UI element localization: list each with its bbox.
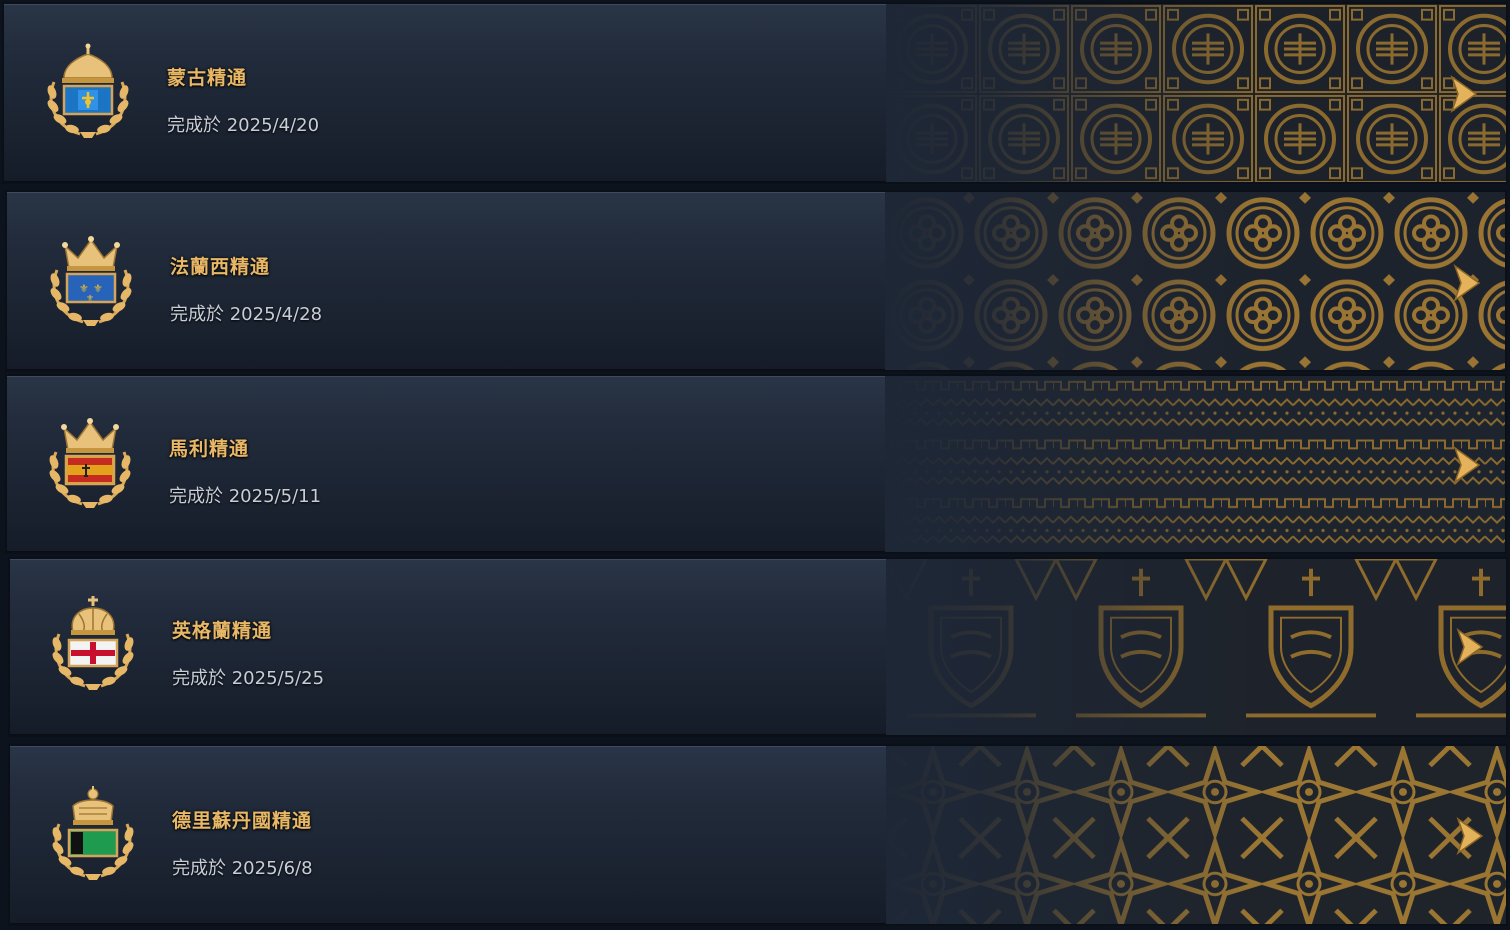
chevron-right-icon[interactable] bbox=[1448, 75, 1478, 113]
royal-crown-icon bbox=[61, 418, 119, 453]
mastery-title: 法蘭西精通 bbox=[170, 256, 271, 278]
imperial-crown-icon bbox=[71, 596, 115, 635]
completion-date: 完成於 2025/6/8 bbox=[172, 858, 313, 879]
france-mastery-emblem: ⚜ ⚜ ⚜ bbox=[43, 230, 139, 334]
chevron-right-icon[interactable] bbox=[1454, 817, 1484, 855]
mastery-title: 蒙古精通 bbox=[167, 67, 248, 89]
quatrefoil-medallion-pattern bbox=[885, 192, 1505, 370]
mongol-mastery-emblem bbox=[40, 42, 136, 146]
mastery-row-england[interactable] bbox=[8, 557, 1508, 737]
svg-text:⚜: ⚜ bbox=[93, 282, 103, 295]
sultan-crown-icon bbox=[72, 786, 114, 825]
completion-date: 完成於 2025/4/20 bbox=[167, 115, 320, 136]
mongolia-flag-icon bbox=[62, 84, 114, 116]
completion-date: 完成於 2025/5/11 bbox=[169, 486, 322, 507]
england-mastery-emblem bbox=[45, 594, 141, 698]
completion-date: 完成於 2025/4/28 bbox=[170, 304, 323, 325]
mastery-title: 馬利精通 bbox=[169, 438, 250, 460]
delhi-mastery-emblem bbox=[45, 784, 141, 888]
delhi-sultanate-flag-icon bbox=[67, 828, 119, 858]
heraldic-lion-shield-pattern bbox=[886, 559, 1506, 735]
france-fleur-de-lis-flag-icon: ⚜ ⚜ ⚜ bbox=[65, 272, 117, 304]
completion-date: 完成於 2025/5/25 bbox=[172, 668, 325, 689]
chevron-right-icon[interactable] bbox=[1454, 628, 1484, 666]
mastery-title: 德里蘇丹國精通 bbox=[172, 810, 313, 832]
england-st-george-flag-icon bbox=[67, 638, 119, 668]
mastery-list: ⚜ ⚜ ⚜ 蒙古精通 法蘭西精通 馬利精通 英格蘭精通 德里蘇丹國精通 完成於 … bbox=[0, 0, 1510, 930]
mali-mastery-emblem bbox=[42, 412, 138, 516]
chevron-right-icon[interactable] bbox=[1451, 264, 1481, 302]
mali-flag-icon bbox=[64, 454, 116, 486]
royal-crown-icon bbox=[62, 236, 120, 271]
svg-text:⚜: ⚜ bbox=[86, 294, 94, 304]
mastery-row-mali[interactable] bbox=[5, 374, 1507, 554]
chinese-medallion-pattern bbox=[886, 4, 1506, 182]
zigzag-meander-pattern bbox=[885, 376, 1505, 552]
mastery-row-france[interactable] bbox=[5, 190, 1507, 372]
islamic-star-pattern bbox=[886, 746, 1506, 924]
mastery-row-mongol[interactable] bbox=[2, 2, 1508, 184]
mastery-row-delhi[interactable] bbox=[8, 744, 1508, 926]
mastery-title: 英格蘭精通 bbox=[172, 620, 273, 642]
chevron-right-icon[interactable] bbox=[1451, 446, 1481, 484]
mongol-crown-icon bbox=[62, 43, 114, 83]
